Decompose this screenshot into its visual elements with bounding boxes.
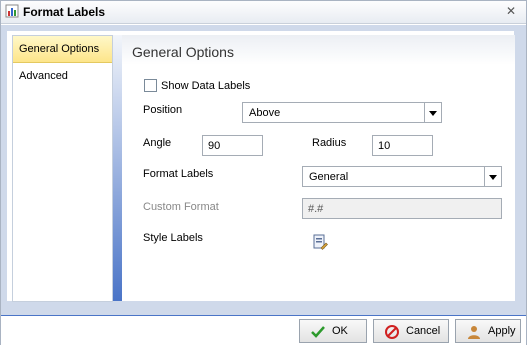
nav-item-advanced[interactable]: Advanced: [13, 63, 112, 89]
panel-header: General Options: [122, 35, 515, 65]
position-value: Above: [249, 107, 281, 119]
frame: [514, 25, 526, 306]
show-data-labels-checkbox[interactable]: [144, 79, 157, 92]
general-options-panel: General Options Show Data Labels Positio…: [122, 35, 515, 301]
panel-title: General Options: [132, 44, 234, 60]
radius-input[interactable]: [372, 135, 433, 156]
nav-item-general-options[interactable]: General Options: [13, 36, 112, 63]
format-labels-value: General: [309, 171, 349, 183]
ok-button[interactable]: OK: [299, 319, 367, 343]
style-labels-label: Style Labels: [143, 232, 203, 244]
show-data-labels-label: Show Data Labels: [161, 80, 251, 92]
cancel-button[interactable]: Cancel: [373, 319, 449, 343]
dialog-title: Format Labels: [23, 5, 106, 19]
cancel-icon: [385, 325, 399, 339]
format-labels-select[interactable]: General: [302, 166, 502, 187]
options-nav: General Options Advanced: [12, 35, 113, 302]
frame: [1, 25, 526, 31]
style-labels-icon[interactable]: [312, 234, 328, 250]
frame: [1, 301, 526, 315]
chevron-down-icon[interactable]: [484, 167, 501, 186]
radius-label: Radius: [312, 137, 347, 149]
position-label: Position: [143, 104, 183, 116]
position-select[interactable]: Above: [242, 102, 442, 123]
apply-label: Apply: [488, 325, 516, 337]
angle-input[interactable]: [202, 135, 263, 156]
format-labels-dialog: Format Labels ✕ General Options Advanced…: [0, 0, 527, 346]
format-labels-icon: [5, 4, 19, 18]
format-labels-label: Format Labels: [143, 168, 214, 180]
dialog-footer: OK Cancel Apply: [1, 315, 526, 346]
panel-accent-bar: [113, 35, 122, 301]
check-icon: [311, 326, 325, 338]
custom-format-input: [302, 198, 502, 219]
chevron-down-icon[interactable]: [424, 103, 441, 122]
frame: [1, 25, 7, 306]
title-bar[interactable]: Format Labels ✕: [1, 1, 526, 24]
apply-button[interactable]: Apply: [455, 319, 521, 343]
apply-icon: [468, 326, 480, 339]
ok-label: OK: [332, 325, 348, 337]
angle-label: Angle: [143, 137, 172, 149]
cancel-label: Cancel: [406, 325, 441, 337]
close-icon[interactable]: ✕: [504, 4, 518, 18]
custom-format-label: Custom Format: [143, 201, 219, 213]
